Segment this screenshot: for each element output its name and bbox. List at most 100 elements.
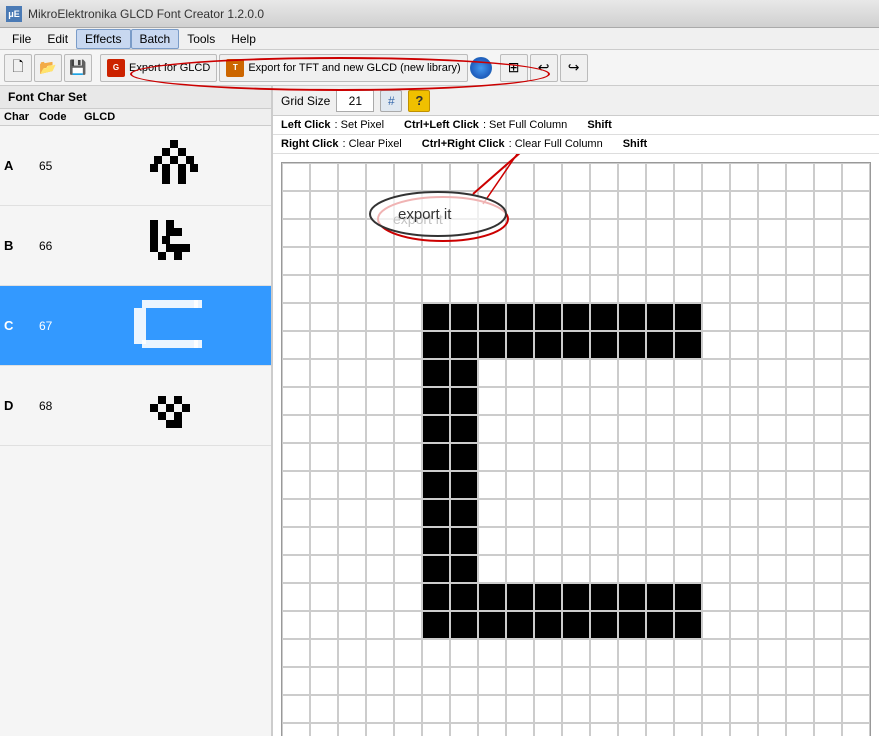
pixel-cell[interactable] (758, 163, 786, 191)
pixel-cell[interactable] (730, 163, 758, 191)
pixel-cell[interactable] (758, 471, 786, 499)
pixel-cell[interactable] (758, 667, 786, 695)
pixel-cell[interactable] (450, 695, 478, 723)
pixel-cell[interactable] (282, 527, 310, 555)
pixel-cell[interactable] (646, 471, 674, 499)
pixel-cell[interactable] (534, 387, 562, 415)
toolbar-save-btn[interactable]: 💾 (64, 54, 92, 82)
pixel-cell[interactable] (478, 275, 506, 303)
pixel-cell[interactable] (730, 667, 758, 695)
pixel-cell[interactable] (534, 247, 562, 275)
pixel-cell[interactable] (674, 667, 702, 695)
pixel-cell[interactable] (310, 695, 338, 723)
pixel-cell[interactable] (814, 163, 842, 191)
pixel-cell[interactable] (646, 219, 674, 247)
pixel-cell[interactable] (310, 443, 338, 471)
pixel-cell[interactable] (786, 191, 814, 219)
pixel-cell[interactable] (506, 415, 534, 443)
pixel-cell[interactable] (506, 471, 534, 499)
pixel-cell[interactable] (646, 443, 674, 471)
pixel-cell[interactable] (842, 499, 870, 527)
pixel-cell[interactable] (394, 555, 422, 583)
pixel-cell[interactable] (646, 247, 674, 275)
pixel-cell[interactable] (366, 387, 394, 415)
pixel-cell[interactable] (394, 639, 422, 667)
pixel-cell[interactable] (702, 527, 730, 555)
pixel-cell[interactable] (786, 303, 814, 331)
toolbar-new-btn[interactable]: 🗋 (4, 54, 32, 82)
pixel-cell[interactable] (562, 499, 590, 527)
pixel-cell[interactable] (478, 331, 506, 359)
pixel-cell[interactable] (338, 359, 366, 387)
pixel-cell[interactable] (282, 275, 310, 303)
pixel-cell[interactable] (590, 331, 618, 359)
pixel-cell[interactable] (842, 359, 870, 387)
pixel-cell[interactable] (702, 555, 730, 583)
pixel-cell[interactable] (730, 639, 758, 667)
toolbar-redo-btn[interactable]: ↪ (560, 54, 588, 82)
pixel-cell[interactable] (786, 415, 814, 443)
char-row-D[interactable]: D 68 (0, 366, 271, 446)
pixel-cell[interactable] (394, 415, 422, 443)
pixel-cell[interactable] (618, 583, 646, 611)
pixel-cell[interactable] (562, 695, 590, 723)
pixel-cell[interactable] (786, 471, 814, 499)
pixel-cell[interactable] (338, 695, 366, 723)
pixel-cell[interactable] (422, 611, 450, 639)
pixel-cell[interactable] (478, 583, 506, 611)
pixel-cell[interactable] (758, 303, 786, 331)
pixel-cell[interactable] (506, 247, 534, 275)
pixel-cell[interactable] (394, 359, 422, 387)
pixel-cell[interactable] (366, 331, 394, 359)
pixel-cell[interactable] (590, 667, 618, 695)
pixel-cell[interactable] (562, 471, 590, 499)
pixel-cell[interactable] (590, 443, 618, 471)
pixel-cell[interactable] (842, 387, 870, 415)
pixel-cell[interactable] (310, 499, 338, 527)
menu-help[interactable]: Help (223, 30, 264, 48)
pixel-cell[interactable] (618, 359, 646, 387)
pixel-cell[interactable] (590, 275, 618, 303)
pixel-cell[interactable] (646, 667, 674, 695)
pixel-cell[interactable] (674, 275, 702, 303)
pixel-cell[interactable] (450, 499, 478, 527)
pixel-cell[interactable] (478, 163, 506, 191)
pixel-cell[interactable] (338, 471, 366, 499)
pixel-cell[interactable] (338, 443, 366, 471)
pixel-cell[interactable] (310, 611, 338, 639)
pixel-cell[interactable] (674, 303, 702, 331)
pixel-cell[interactable] (842, 331, 870, 359)
pixel-cell[interactable] (730, 387, 758, 415)
pixel-cell[interactable] (842, 191, 870, 219)
pixel-cell[interactable] (674, 695, 702, 723)
pixel-cell[interactable] (562, 219, 590, 247)
pixel-cell[interactable] (758, 639, 786, 667)
pixel-cell[interactable] (730, 275, 758, 303)
pixel-cell[interactable] (422, 275, 450, 303)
pixel-cell[interactable] (646, 359, 674, 387)
toolbar-undo-btn[interactable]: ↩ (530, 54, 558, 82)
pixel-cell[interactable] (562, 163, 590, 191)
pixel-cell[interactable] (674, 219, 702, 247)
pixel-cell[interactable] (282, 639, 310, 667)
pixel-cell[interactable] (758, 443, 786, 471)
pixel-cell[interactable] (338, 275, 366, 303)
pixel-cell[interactable] (394, 303, 422, 331)
pixel-cell[interactable] (590, 415, 618, 443)
pixel-cell[interactable] (338, 667, 366, 695)
pixel-cell[interactable] (702, 723, 730, 736)
pixel-cell[interactable] (674, 499, 702, 527)
pixel-cell[interactable] (394, 275, 422, 303)
pixel-cell[interactable] (282, 499, 310, 527)
pixel-cell[interactable] (450, 527, 478, 555)
pixel-cell[interactable] (702, 275, 730, 303)
pixel-cell[interactable] (394, 499, 422, 527)
pixel-cell[interactable] (814, 611, 842, 639)
pixel-cell[interactable] (310, 527, 338, 555)
pixel-cell[interactable] (674, 331, 702, 359)
pixel-cell[interactable] (786, 163, 814, 191)
pixel-cell[interactable] (422, 331, 450, 359)
pixel-cell[interactable] (366, 303, 394, 331)
pixel-cell[interactable] (814, 555, 842, 583)
pixel-cell[interactable] (394, 527, 422, 555)
